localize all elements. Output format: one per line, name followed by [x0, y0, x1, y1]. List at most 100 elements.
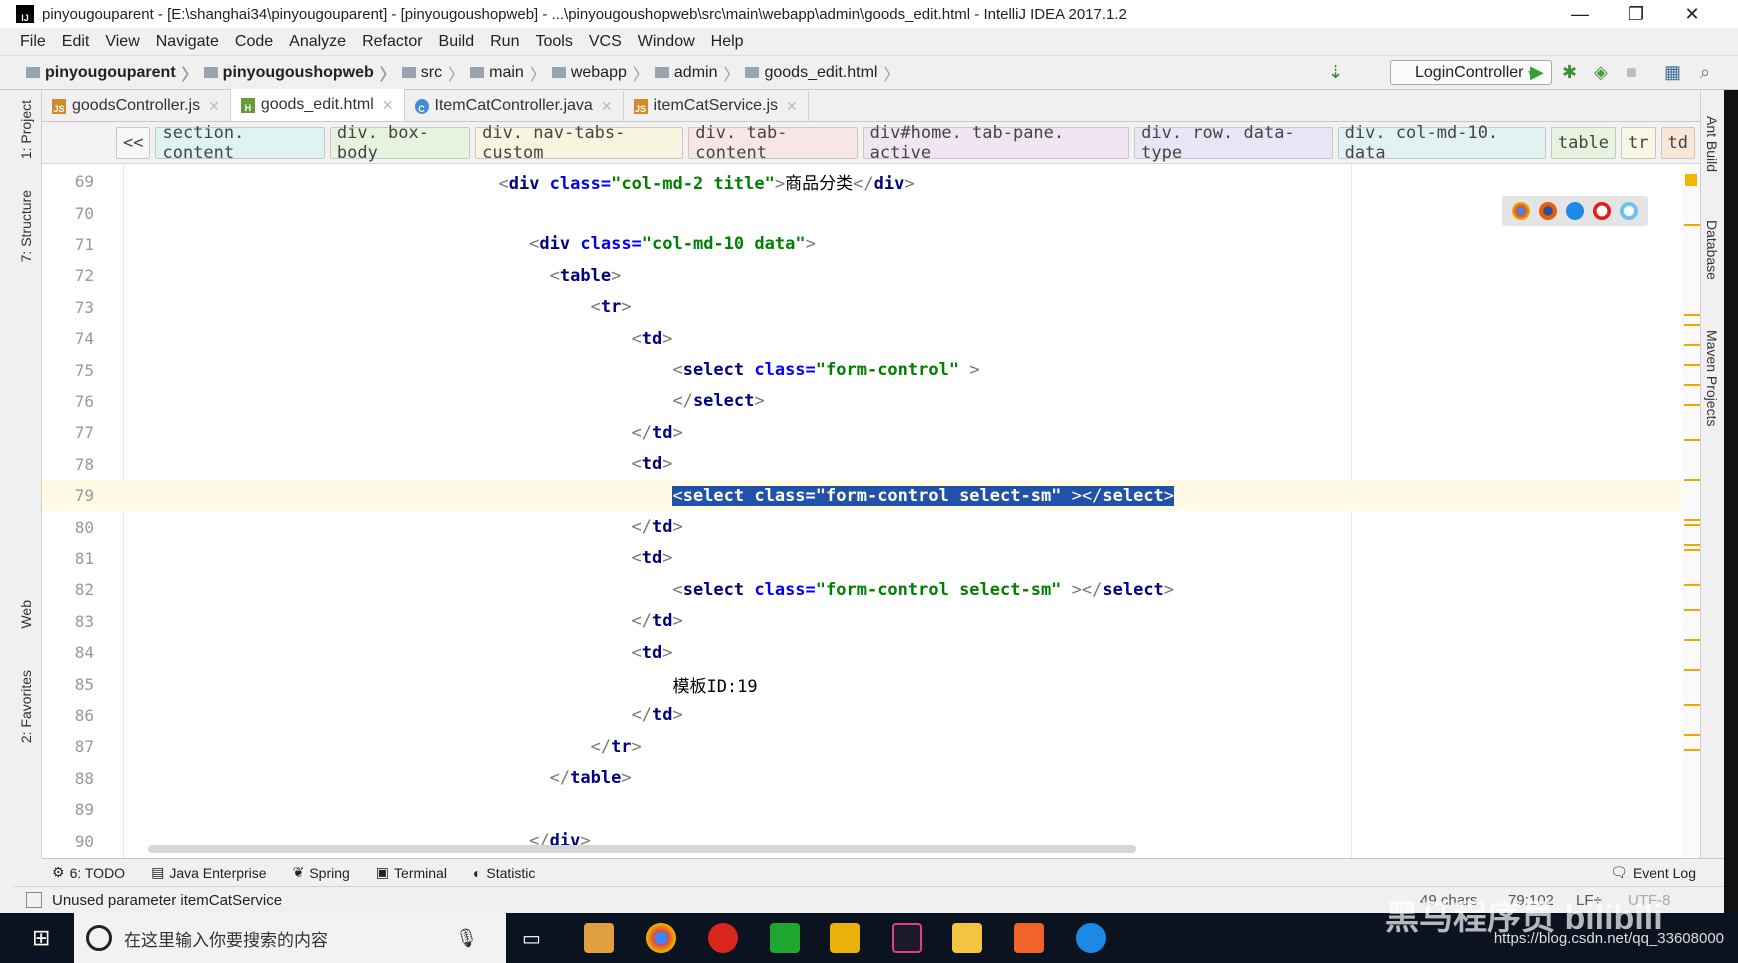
menu-run[interactable]: Run — [490, 33, 519, 51]
code-line[interactable]: 70 — [42, 197, 1682, 228]
code-line[interactable]: 71 <div class="col-md-10 data"> — [42, 229, 1682, 260]
stripe-marker[interactable] — [1684, 479, 1700, 481]
code-line[interactable]: 72 <table> — [42, 260, 1682, 291]
breadcrumb-item[interactable]: admin 〉 — [654, 61, 739, 85]
restore-button[interactable]: ❐ — [1608, 0, 1664, 28]
menu-edit[interactable]: Edit — [62, 33, 90, 51]
stripe-marker[interactable] — [1684, 639, 1700, 641]
tag-breadcrumb-item[interactable]: div. nav-tabs-custom — [475, 123, 684, 163]
menu-code[interactable]: Code — [235, 33, 273, 51]
code-line[interactable]: 78 <td> — [42, 449, 1682, 480]
breadcrumb-item[interactable]: pinyougoushopweb 〉 — [203, 61, 396, 85]
menu-vcs[interactable]: VCS — [589, 33, 622, 51]
intellij-taskbar-icon[interactable] — [892, 923, 922, 953]
breadcrumb-item[interactable]: main 〉 — [470, 61, 546, 85]
warning-marker[interactable] — [1685, 174, 1697, 186]
stripe-marker[interactable] — [1684, 519, 1700, 521]
tab-goods-edit-html[interactable]: Hgoods_edit.html ✕ — [230, 89, 405, 121]
tag-breadcrumb-item[interactable]: table — [1550, 126, 1617, 159]
tab-goodscontroller-js[interactable]: JS goodsController.js ✕ — [42, 91, 231, 121]
menu-tools[interactable]: Tools — [535, 33, 572, 51]
stripe-marker[interactable] — [1684, 314, 1700, 316]
stripe-marker[interactable] — [1684, 749, 1700, 751]
collapse-breadcrumb-button[interactable]: << — [116, 126, 151, 159]
tool-window-database[interactable]: Database — [1704, 220, 1720, 280]
tool-window-ant-build[interactable]: Ant Build — [1704, 116, 1720, 172]
app-icon-blue[interactable] — [1076, 923, 1106, 953]
menu-navigate[interactable]: Navigate — [156, 33, 219, 51]
close-tab-icon[interactable]: ✕ — [786, 98, 798, 115]
tool-statistic[interactable]: ◐ Statistic — [473, 865, 535, 881]
breadcrumb-item[interactable]: src 〉 — [401, 61, 464, 85]
chrome-taskbar-icon[interactable] — [646, 923, 676, 953]
stripe-marker[interactable] — [1684, 439, 1700, 441]
microphone-icon[interactable]: 🎙 — [455, 928, 478, 949]
tool-terminal[interactable]: ▣ Terminal — [376, 864, 447, 881]
code-line[interactable]: 76 </select> — [42, 386, 1682, 417]
code-line[interactable]: 88 </table> — [42, 763, 1682, 794]
file-explorer-icon[interactable] — [952, 923, 982, 953]
code-line[interactable]: 84 <td> — [42, 637, 1682, 668]
stripe-marker[interactable] — [1684, 609, 1700, 611]
app-icon-yellow[interactable] — [830, 923, 860, 953]
ie-icon[interactable] — [1619, 202, 1638, 220]
tool-window-1-project[interactable]: 1: Project — [18, 100, 34, 159]
coverage-icon[interactable]: ◈ — [1594, 62, 1608, 83]
opera-icon[interactable] — [1592, 202, 1611, 220]
pdf-app-icon[interactable] — [1014, 923, 1044, 953]
breadcrumb-item[interactable]: pinyougouparent 〉 — [26, 61, 198, 85]
tag-breadcrumb-item[interactable]: section. content — [155, 123, 325, 163]
tag-breadcrumb-item[interactable]: div. col-md-10. data — [1337, 123, 1546, 163]
tab-itemcatcontroller-java[interactable]: C ItemCatController.java ✕ — [405, 91, 624, 121]
menu-help[interactable]: Help — [711, 33, 744, 51]
app-icon-1[interactable] — [584, 923, 614, 953]
stripe-marker[interactable] — [1684, 584, 1700, 586]
project-structure-icon[interactable]: ▦ — [1664, 62, 1681, 83]
code-line[interactable]: 85 模板ID:19 — [42, 668, 1682, 699]
run-configuration-select[interactable]: LoginController ▾ — [1390, 60, 1552, 85]
stripe-marker[interactable] — [1684, 384, 1700, 386]
stripe-marker[interactable] — [1684, 324, 1700, 326]
taskbar-search[interactable]: 在这里输入你要搜索的内容 🎙 — [74, 913, 506, 963]
tool-window-2-favorites[interactable]: 2: Favorites — [18, 670, 34, 743]
menu-window[interactable]: Window — [638, 33, 695, 51]
toggle-tool-windows-icon[interactable] — [26, 892, 42, 908]
tool-java-enterprise[interactable]: ▤ Java Enterprise — [151, 864, 267, 881]
task-view-icon[interactable]: ▭ — [522, 926, 541, 951]
stripe-marker[interactable] — [1684, 734, 1700, 736]
windows-start-icon[interactable]: ⊞ — [32, 925, 50, 951]
tool-spring[interactable]: ❦ Spring — [293, 864, 350, 881]
stripe-marker[interactable] — [1684, 364, 1700, 366]
error-stripe[interactable] — [1682, 164, 1700, 858]
breadcrumb-item[interactable]: goods_edit.html 〉 — [745, 61, 899, 85]
tool-window-7-structure[interactable]: 7: Structure — [18, 190, 34, 262]
code-line[interactable]: 82 <select class="form-control select-sm… — [42, 574, 1682, 605]
menu-analyze[interactable]: Analyze — [289, 33, 346, 51]
app-icon-red[interactable] — [708, 923, 738, 953]
menu-view[interactable]: View — [105, 33, 139, 51]
stripe-marker[interactable] — [1684, 524, 1700, 526]
code-line[interactable]: 81 <td> — [42, 543, 1682, 574]
stop-icon[interactable]: ■ — [1626, 62, 1637, 83]
menu-build[interactable]: Build — [439, 33, 475, 51]
stripe-marker[interactable] — [1684, 544, 1700, 546]
breadcrumb-item[interactable]: webapp 〉 — [551, 61, 649, 85]
app-icon-green[interactable] — [770, 923, 800, 953]
code-line[interactable]: 74 <td> — [42, 323, 1682, 354]
event-log-button[interactable]: 🗨 Event Log — [1610, 864, 1696, 881]
tag-breadcrumb-item[interactable]: td — [1660, 126, 1695, 159]
firefox-icon[interactable] — [1539, 202, 1558, 220]
minimize-button[interactable]: — — [1552, 0, 1608, 28]
stripe-marker[interactable] — [1684, 669, 1700, 671]
search-icon[interactable]: ⌕ — [1700, 62, 1710, 83]
debug-icon[interactable]: ✱ — [1562, 62, 1577, 83]
close-button[interactable]: ✕ — [1664, 0, 1720, 28]
code-line[interactable]: 69 <div class="col-md-2 title">商品分类</div… — [42, 166, 1682, 197]
tag-breadcrumb-item[interactable]: tr — [1621, 126, 1656, 159]
close-tab-icon[interactable]: ✕ — [382, 97, 394, 114]
code-line[interactable]: 77 </td> — [42, 417, 1682, 448]
tag-breadcrumb-item[interactable]: div#home. tab-pane. active — [862, 123, 1130, 163]
close-tab-icon[interactable]: ✕ — [208, 98, 220, 115]
stripe-marker[interactable] — [1684, 404, 1700, 406]
chrome-icon[interactable] — [1512, 202, 1531, 220]
